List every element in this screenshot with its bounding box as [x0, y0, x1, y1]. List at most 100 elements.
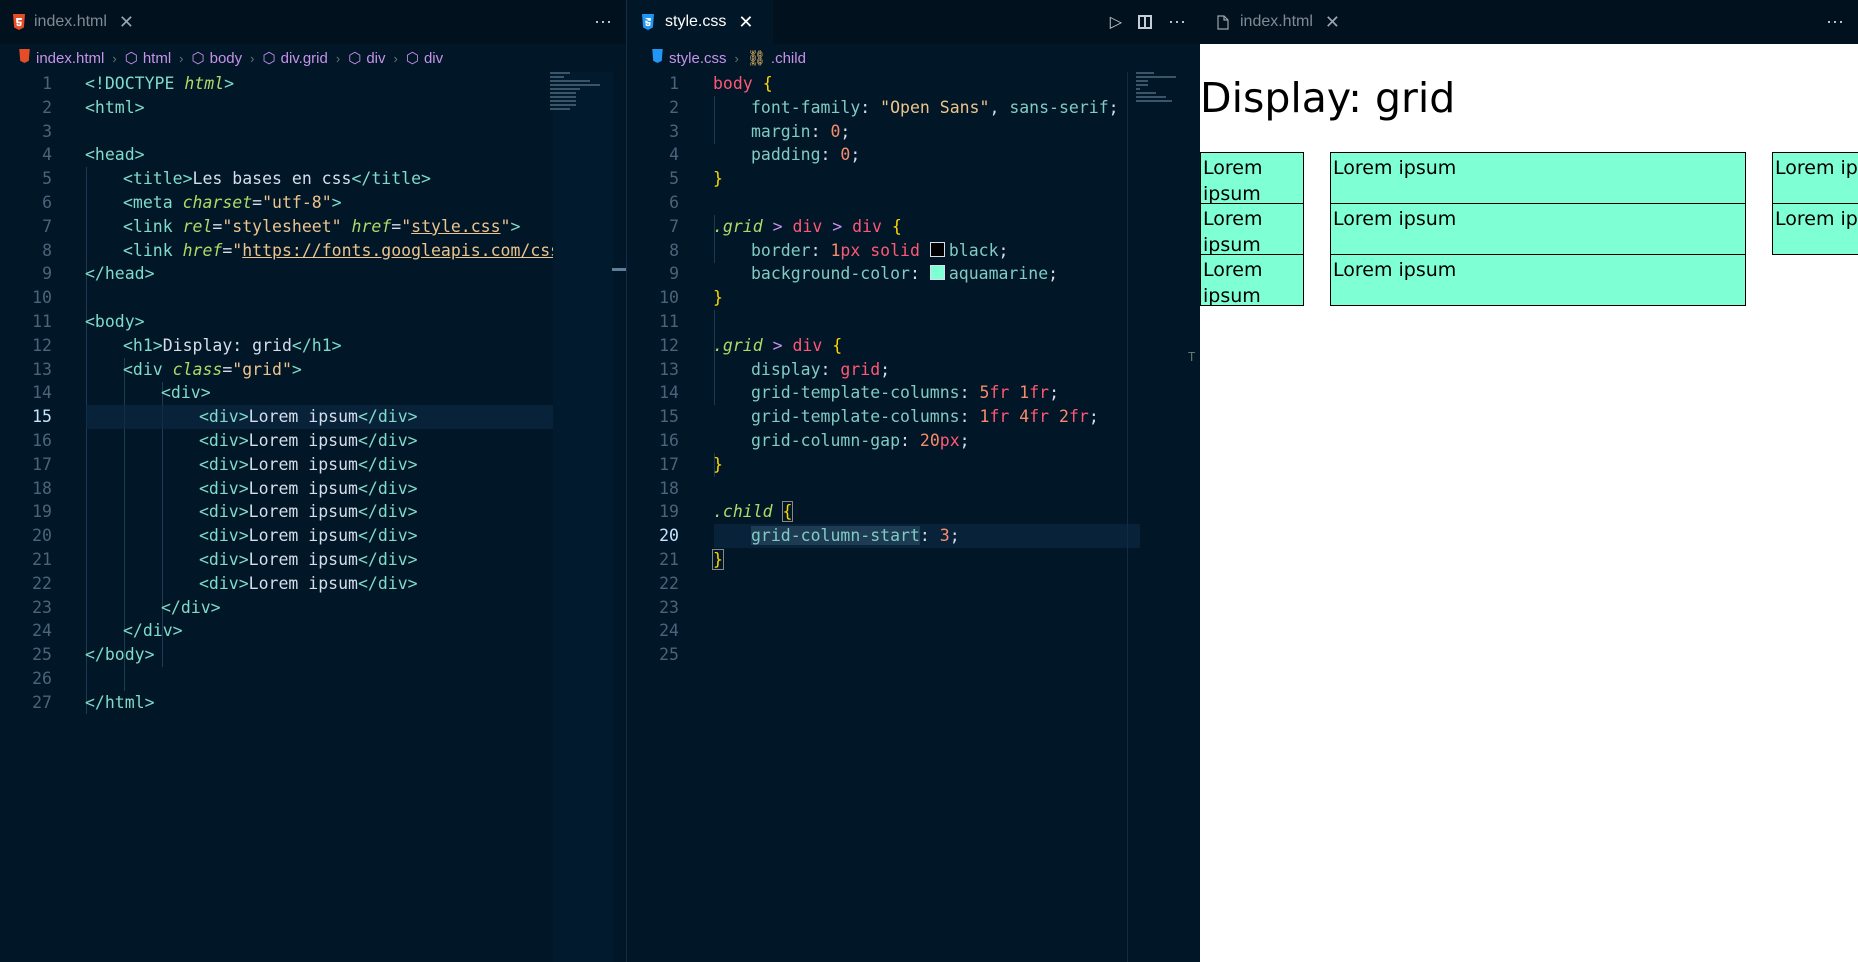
- code-line: 22: [627, 572, 1200, 596]
- token: ;: [1048, 264, 1059, 284]
- link-href[interactable]: style.css: [411, 217, 500, 236]
- grid-cell: Lorem ipsum: [1772, 152, 1858, 204]
- breadcrumb: index.html › ⬡ html › ⬡ body › ⬡ div.grid › ⬡ di…: [0, 44, 626, 72]
- token: ;: [1088, 407, 1099, 427]
- token: div: [792, 216, 823, 236]
- code-line: 21 <div>Lorem ipsum</div>: [0, 548, 626, 572]
- token: Display: grid: [162, 335, 292, 355]
- minimap[interactable]: [1136, 72, 1186, 142]
- css-code-editor[interactable]: 1 body { 2 font-family: "Open Sans", sans-…: [627, 72, 1200, 962]
- more-actions-icon[interactable]: ⋯: [1826, 12, 1844, 33]
- token: "Open Sans": [880, 97, 990, 117]
- token: {: [781, 501, 794, 523]
- tab-preview-index-html[interactable]: index.html ✕: [1200, 0, 1340, 44]
- code-line: 17}: [627, 453, 1200, 477]
- token: fr: [1029, 383, 1050, 403]
- token: "utf-8": [262, 192, 332, 212]
- element-cube-icon: ⬡: [124, 50, 138, 67]
- breadcrumb: style.css › ⛓ .child: [627, 44, 1200, 72]
- token: grid-template-columns: [751, 407, 960, 427]
- more-actions-icon[interactable]: ⋯: [594, 12, 612, 33]
- code-line: 6: [627, 191, 1200, 215]
- token: <link: [123, 216, 183, 236]
- close-icon[interactable]: ✕: [119, 12, 134, 33]
- html5-icon: [12, 13, 26, 31]
- line-number: 1: [669, 74, 679, 93]
- preview-pane: index.html ✕ ⋯ Display: grid Lorem ipsum…: [1200, 0, 1858, 962]
- token: 1: [979, 407, 990, 427]
- token: </div>: [357, 549, 418, 569]
- breadcrumb-item-file[interactable]: index.html: [18, 49, 104, 67]
- token: 20: [919, 430, 940, 450]
- code-line: 1 <!DOCTYPE html>: [0, 72, 626, 96]
- run-icon[interactable]: ▷: [1110, 12, 1122, 32]
- token: >: [331, 192, 342, 212]
- line-number: 3: [42, 121, 52, 141]
- breadcrumb-item-div-grid[interactable]: › ⬡ div.grid: [242, 49, 328, 68]
- line-number: 17: [32, 454, 52, 474]
- link-href[interactable]: https://fonts.googleapis.com/css2: [242, 241, 553, 260]
- line-number: 10: [659, 288, 679, 308]
- token: </html>: [85, 692, 155, 712]
- tab-index-html[interactable]: index.html ✕: [0, 0, 134, 44]
- line-number: 9: [669, 264, 679, 284]
- code-line: 7 .grid > div > div {: [627, 215, 1200, 239]
- split-editor-icon[interactable]: [1138, 15, 1152, 29]
- line-number: 3: [669, 121, 679, 141]
- code-line: 22 <div>Lorem ipsum</div>: [0, 572, 626, 596]
- token: <div>: [199, 478, 249, 498]
- line-number: 23: [659, 597, 679, 617]
- tab-style-css[interactable]: style.css ✕: [627, 0, 773, 44]
- line-number: 5: [669, 169, 679, 189]
- code-line: 18: [627, 477, 1200, 501]
- more-actions-icon[interactable]: ⋯: [1168, 12, 1186, 33]
- token: </div>: [123, 621, 183, 641]
- code-line: 19 <div>Lorem ipsum</div>: [0, 500, 626, 524]
- token: padding: [751, 145, 821, 165]
- breadcrumb-item-div-child[interactable]: › ⬡ div: [386, 49, 444, 68]
- token: <div>: [161, 383, 211, 403]
- token: fr: [989, 383, 1010, 403]
- close-icon[interactable]: ✕: [1325, 12, 1340, 33]
- token: class: [172, 359, 223, 379]
- html-code-editor[interactable]: 1 <!DOCTYPE html> 2 <html> 3 4 <head> 5 <tit…: [0, 72, 626, 962]
- breadcrumb-item-html[interactable]: › ⬡ html: [104, 49, 171, 68]
- token: ;: [880, 359, 891, 379]
- breadcrumb-item-child[interactable]: › ⛓ .child: [727, 49, 806, 68]
- line-number: 14: [32, 383, 52, 403]
- token: 1: [1019, 383, 1030, 403]
- line-number: 4: [669, 145, 679, 165]
- token: solid: [870, 240, 920, 260]
- token: body: [713, 74, 753, 93]
- chevron-right-icon: ›: [179, 50, 184, 66]
- element-cube-icon: ⬡: [191, 50, 205, 67]
- code-line: 16 grid-column-gap: 20px;: [627, 429, 1200, 453]
- color-swatch-black[interactable]: [929, 241, 945, 257]
- code-line: 27 </html>: [0, 691, 626, 715]
- grid-cell: Lorem ipsum: [1330, 254, 1746, 306]
- line-number: 27: [32, 692, 52, 712]
- token: </div>: [357, 407, 418, 427]
- color-swatch-aquamarine[interactable]: [929, 265, 945, 281]
- breadcrumb-label: div: [423, 49, 444, 67]
- css-tab-actions: ▷ ⋯: [1110, 0, 1186, 44]
- line-number: 21: [32, 549, 52, 569]
- breadcrumb-item-div[interactable]: › ⬡ div: [328, 49, 386, 68]
- grid-cell: Lorem ipsum: [1200, 152, 1304, 205]
- code-line: 25 </body>: [0, 643, 626, 667]
- minimap[interactable]: [550, 72, 600, 142]
- token: :: [810, 121, 821, 141]
- token: 0: [840, 145, 851, 165]
- line-number: 11: [659, 311, 679, 331]
- grid-cell: Lorem ipsum: [1772, 203, 1858, 255]
- breadcrumb-item-body[interactable]: › ⬡ body: [171, 49, 242, 68]
- token: </div>: [161, 597, 221, 617]
- breadcrumb-item-file[interactable]: style.css: [651, 49, 727, 67]
- code-line: 12 <h1>Display: grid</h1>: [0, 334, 626, 358]
- line-number: 21: [659, 549, 679, 569]
- minimap-shadow: [553, 72, 613, 962]
- code-line: 18 <div>Lorem ipsum</div>: [0, 477, 626, 501]
- token: black: [948, 240, 999, 260]
- close-icon[interactable]: ✕: [738, 12, 753, 33]
- scrollbar-thumb[interactable]: [612, 268, 626, 271]
